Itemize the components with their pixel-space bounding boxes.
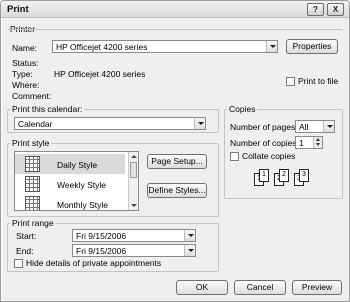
number-of-pages-select[interactable]: All [295, 120, 335, 133]
hide-private-checkbox[interactable] [14, 259, 23, 268]
printer-name-select[interactable]: HP Officejet 4200 series [52, 40, 278, 53]
scroll-thumb[interactable] [130, 162, 137, 178]
help-button[interactable]: ? [307, 3, 324, 16]
number-of-copies-label: Number of copies: [230, 138, 299, 148]
number-of-pages-label: Number of pages: [230, 122, 298, 132]
end-date-value: Fri 9/15/2006 [76, 246, 127, 256]
properties-button[interactable]: Properties [286, 39, 338, 54]
close-button[interactable]: X [327, 3, 344, 16]
printer-name-value: HP Officejet 4200 series [56, 42, 148, 52]
calendar-group-label: Print this calendar: [10, 104, 85, 114]
daily-calendar-icon [25, 156, 40, 172]
scroll-down-icon[interactable] [129, 201, 138, 210]
chevron-down-icon[interactable] [184, 230, 195, 241]
status-label: Status: [12, 58, 39, 68]
list-item-monthly-style[interactable]: Monthly Style [15, 194, 125, 210]
collate-page-icon: 3 [299, 169, 309, 182]
scroll-up-icon[interactable] [129, 152, 138, 161]
weekly-calendar-icon [25, 176, 40, 192]
list-item-daily-style[interactable]: Daily Style [15, 154, 125, 174]
calendar-value: Calendar [18, 119, 53, 129]
page-setup-button[interactable]: Page Setup... [147, 154, 207, 169]
window-title: Print [7, 4, 29, 15]
chevron-down-icon[interactable] [266, 41, 277, 52]
daily-style-label: Daily Style [57, 160, 98, 170]
printer-name-label: Name: [12, 43, 38, 53]
calendar-select[interactable]: Calendar [14, 117, 206, 130]
print-to-file-checkbox[interactable] [286, 77, 295, 86]
chevron-down-icon[interactable] [184, 245, 195, 256]
collate-page-icon: 1 [259, 169, 269, 182]
type-value: HP Officejet 4200 series [54, 69, 146, 79]
preview-button[interactable]: Preview [292, 280, 342, 295]
weekly-style-label: Weekly Style [57, 180, 106, 190]
define-styles-button[interactable]: Define Styles... [147, 183, 207, 198]
copies-group-label: Copies [227, 104, 258, 114]
end-date-picker[interactable]: Fri 9/15/2006 [72, 244, 196, 257]
print-style-group-label: Print style [10, 138, 52, 148]
collate-copies-checkbox[interactable] [230, 152, 239, 161]
end-label: End: [16, 246, 34, 256]
print-style-list[interactable]: Daily Style Weekly Style Monthly Style [14, 151, 139, 211]
chevron-down-icon[interactable] [323, 121, 334, 132]
cancel-button[interactable]: Cancel [234, 280, 286, 295]
chevron-down-icon[interactable] [194, 118, 205, 129]
monthly-calendar-icon [25, 196, 40, 210]
comment-label: Comment: [12, 91, 52, 101]
print-to-file-label: Print to file [298, 76, 339, 86]
type-label: Type: [12, 69, 33, 79]
collate-copies-label: Collate copies [242, 151, 296, 161]
print-range-group-label: Print range [10, 218, 56, 228]
dialog-body: Printer Name: HP Officejet 4200 series P… [2, 18, 349, 301]
number-of-copies-value: 1 [299, 138, 304, 148]
print-style-scrollbar[interactable] [128, 152, 138, 210]
start-date-value: Fri 9/15/2006 [76, 231, 127, 241]
print-dialog: Print ? X Printer Name: HP Officejet 420… [0, 0, 350, 302]
number-of-pages-value: All [299, 122, 309, 132]
collate-page-icon: 2 [279, 169, 289, 182]
ok-button[interactable]: OK [176, 280, 228, 295]
monthly-style-label: Monthly Style [57, 200, 109, 210]
spin-arrows-icon[interactable] [313, 137, 322, 148]
number-of-copies-stepper[interactable]: 1 [295, 136, 323, 149]
where-label: Where: [12, 80, 40, 90]
title-bar[interactable]: Print ? X [1, 1, 349, 18]
list-item-weekly-style[interactable]: Weekly Style [15, 174, 125, 194]
start-date-picker[interactable]: Fri 9/15/2006 [72, 229, 196, 242]
start-label: Start: [16, 231, 37, 241]
hide-private-label: Hide details of private appointments [26, 258, 162, 268]
